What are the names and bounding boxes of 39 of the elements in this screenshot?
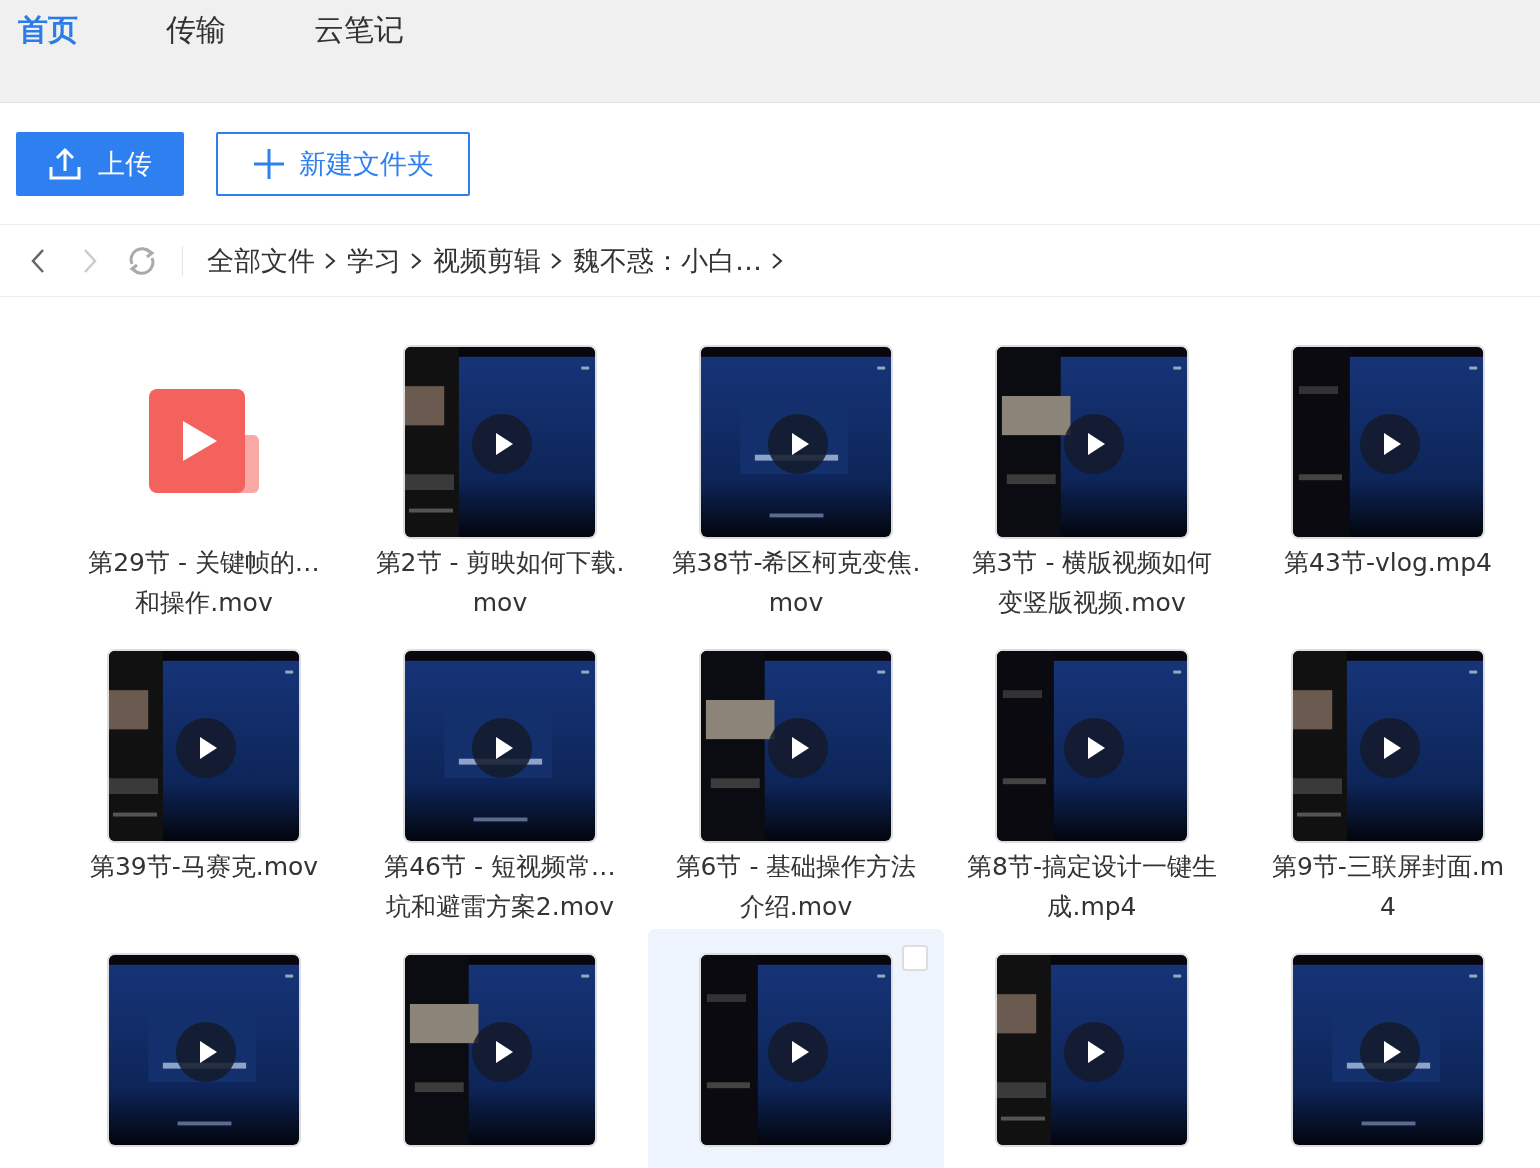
file-name: 第2节 - 剪映如何下载. mov	[375, 547, 625, 619]
back-icon[interactable]	[30, 247, 46, 274]
breadcrumb-item[interactable]: 全部文件	[207, 242, 315, 279]
play-icon	[176, 1022, 236, 1082]
file-name: 第9节-三联屏封面.m 4	[1271, 851, 1505, 923]
file-name: 第43节-vlog.mp4	[1284, 547, 1492, 579]
file-name: 第3节 - 横版视频如何 变竖版视频.mov	[971, 547, 1213, 619]
file-tile[interactable]	[648, 929, 944, 1168]
file-name: 第6节 - 基础操作方法 介绍.mov	[675, 851, 917, 923]
plus-icon	[252, 147, 285, 180]
play-icon	[768, 1022, 828, 1082]
breadcrumb-item[interactable]: 魏不惑：小白…	[573, 242, 762, 279]
breadcrumb-item[interactable]: 视频剪辑	[433, 242, 541, 279]
play-icon	[1064, 718, 1124, 778]
checkbox[interactable]	[902, 945, 928, 971]
upload-button[interactable]: 上传	[16, 131, 184, 196]
play-icon	[1360, 718, 1420, 778]
new-folder-button[interactable]: 新建文件夹	[216, 131, 470, 196]
file-name: 第29节 - 关键帧的… 和操作.mov	[88, 547, 320, 619]
tab[interactable]: 首页	[18, 10, 78, 51]
play-icon	[176, 718, 236, 778]
upload-icon	[48, 146, 82, 181]
play-icon	[768, 414, 828, 474]
file-name: 第46节 - 短视频常… 坑和避雷方案2.mov	[384, 851, 616, 923]
file-name: 第38节-希区柯克变焦. mov	[671, 547, 921, 619]
play-icon	[472, 718, 532, 778]
tab[interactable]: 云笔记	[314, 10, 404, 51]
play-icon	[472, 1022, 532, 1082]
play-icon	[1360, 1022, 1420, 1082]
play-icon	[1064, 1022, 1124, 1082]
play-icon	[1360, 414, 1420, 474]
play-icon	[472, 414, 532, 474]
breadcrumb-item[interactable]: 学习	[347, 242, 401, 279]
video-file-icon[interactable]	[149, 389, 259, 495]
play-icon	[1064, 414, 1124, 474]
file-name: 第8节-搞定设计一键生 成.mp4	[967, 851, 1217, 923]
file-name: 第39节-马赛克.mov	[89, 851, 319, 883]
tab[interactable]: 传输	[166, 10, 226, 51]
play-icon	[768, 718, 828, 778]
